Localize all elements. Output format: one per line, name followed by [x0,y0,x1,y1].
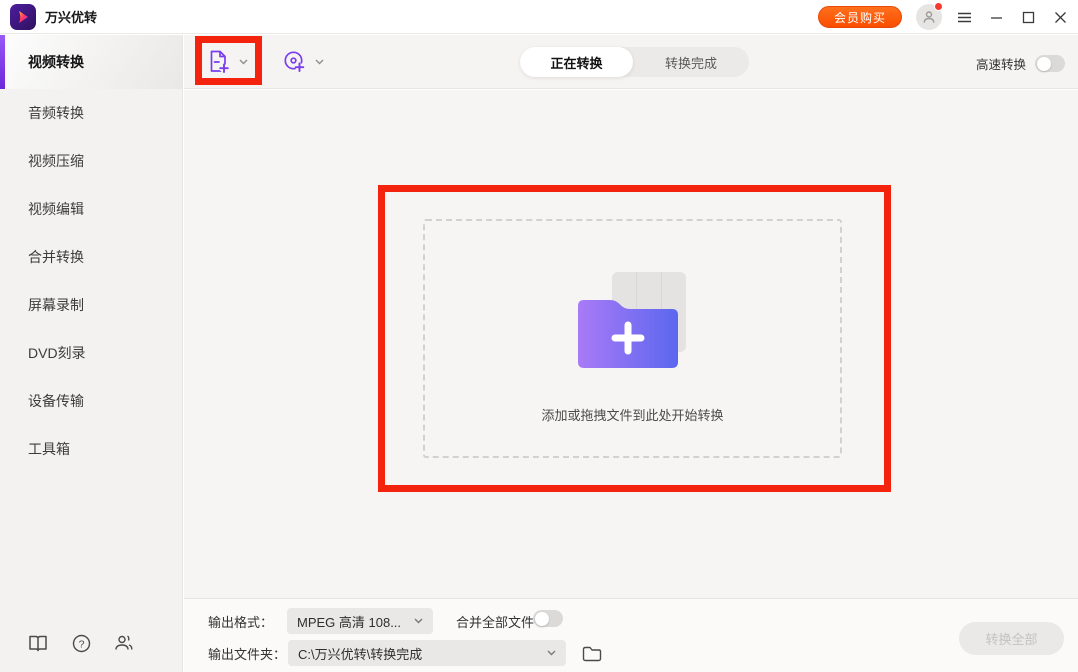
browse-folder-button[interactable] [581,642,603,664]
sidebar-footer: ? [0,614,135,672]
merge-all-toggle[interactable] [533,610,563,627]
sidebar-item-merge-convert[interactable]: 合并转换 [0,233,182,281]
community-button[interactable] [113,632,135,654]
load-dvd-button[interactable] [281,48,324,75]
sidebar-item-label: 音频转换 [28,103,84,123]
toolbar: 正在转换 转换完成 高速转换 [184,35,1078,89]
fast-convert-group: 高速转换 [976,54,1065,73]
menu-button[interactable] [952,5,976,29]
app-title: 万兴优转 [45,7,97,26]
chevron-down-icon [239,59,248,65]
svg-text:?: ? [78,638,84,650]
app-logo-icon [10,4,36,30]
toggle-knob [1037,57,1051,71]
status-tabs: 正在转换 转换完成 [520,47,749,77]
sidebar: 视频转换 音频转换 视频压缩 视频编辑 合并转换 屏幕录制 DVD刻录 设备传输… [0,35,183,672]
maximize-icon [1022,11,1035,24]
avatar[interactable] [916,4,942,30]
convert-all-button[interactable]: 转换全部 [959,622,1064,655]
sidebar-item-label: 视频转换 [28,52,84,72]
output-format-value: MPEG 高清 108... [297,612,401,631]
chevron-down-icon [414,618,423,624]
buy-membership-button[interactable]: 会员购买 [818,6,902,28]
folder-plus-graphic [578,298,678,368]
sidebar-item-label: 视频压缩 [28,151,84,171]
main-content: 添加或拖拽文件到此处开始转换 [184,90,1078,598]
sidebar-item-toolbox[interactable]: 工具箱 [0,425,182,473]
close-icon [1054,11,1067,24]
active-indicator [0,35,5,89]
minimize-button[interactable] [984,5,1008,29]
chevron-down-icon [315,59,324,65]
close-button[interactable] [1048,5,1072,29]
output-folder-value: C:\万兴优转\转换完成 [298,644,422,663]
sidebar-item-label: DVD刻录 [28,343,86,363]
sidebar-item-label: 合并转换 [28,247,84,267]
sidebar-item-label: 视频编辑 [28,199,84,219]
titlebar: 万兴优转 会员购买 [0,0,1078,34]
toggle-knob [535,612,549,626]
maximize-button[interactable] [1016,5,1040,29]
sidebar-item-screen-record[interactable]: 屏幕录制 [0,281,182,329]
dropzone-hint: 添加或拖拽文件到此处开始转换 [541,405,723,424]
output-format-label: 输出格式： [208,612,273,631]
output-folder-label: 输出文件夹： [208,644,286,663]
sidebar-item-dvd-burn[interactable]: DVD刻录 [0,329,182,377]
app-window: 万兴优转 会员购买 视频转换 [0,0,1078,672]
sidebar-item-label: 工具箱 [28,439,70,459]
output-format-select[interactable]: MPEG 高清 108... [287,608,433,634]
tab-converted[interactable]: 转换完成 [633,47,749,77]
sidebar-item-video-convert[interactable]: 视频转换 [0,35,182,89]
bottombar: 输出格式： MPEG 高清 108... 合并全部文件 输出文件夹： C:\万兴… [184,598,1078,672]
sidebar-item-audio-convert[interactable]: 音频转换 [0,89,182,137]
sidebar-item-label: 屏幕录制 [28,295,84,315]
sidebar-item-video-edit[interactable]: 视频编辑 [0,185,182,233]
add-files-folder-icon [578,272,688,368]
folder-icon [582,645,602,662]
output-folder-select[interactable]: C:\万兴优转\转换完成 [288,640,566,666]
fast-convert-toggle[interactable] [1035,55,1065,72]
window-controls [952,0,1072,34]
add-disc-icon [281,48,308,75]
tab-converting[interactable]: 正在转换 [520,47,633,77]
add-file-icon [205,48,232,75]
chevron-down-icon [547,650,556,656]
sidebar-item-label: 设备传输 [28,391,84,411]
merge-all-label: 合并全部文件 [456,612,534,631]
hamburger-icon [957,11,972,24]
book-icon [28,634,48,652]
dropzone[interactable]: 添加或拖拽文件到此处开始转换 [423,219,842,458]
question-circle-icon: ? [72,634,91,653]
add-file-button[interactable] [205,48,248,75]
fast-convert-label: 高速转换 [976,54,1026,73]
help-button[interactable]: ? [70,632,92,654]
minimize-icon [990,11,1003,24]
person-icon [922,10,936,24]
guide-button[interactable] [27,632,49,654]
sidebar-item-device-transfer[interactable]: 设备传输 [0,377,182,425]
people-icon [114,634,134,652]
sidebar-item-video-compress[interactable]: 视频压缩 [0,137,182,185]
notification-dot [934,2,943,11]
